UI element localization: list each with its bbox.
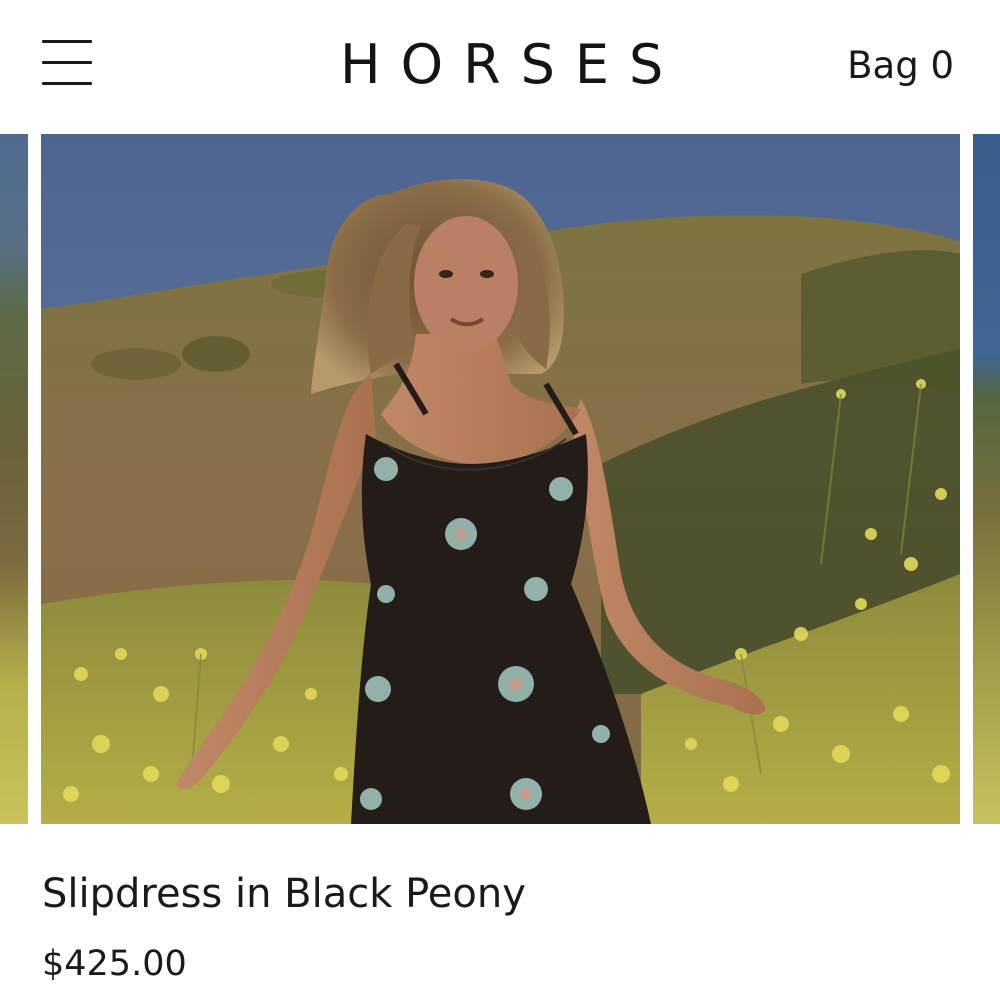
site-header: HORSES Bag 0	[0, 0, 1000, 134]
menu-line	[42, 61, 92, 64]
hamburger-menu-icon[interactable]	[42, 40, 92, 86]
next-slide-peek[interactable]	[973, 134, 1000, 824]
bag-button[interactable]: Bag 0	[847, 44, 954, 88]
menu-line	[42, 40, 92, 43]
brand-logo-text: HORSES	[340, 33, 684, 96]
menu-line	[42, 82, 92, 85]
previous-slide-peek[interactable]	[0, 134, 28, 824]
product-image-carousel[interactable]	[0, 134, 1000, 824]
product-price: $425.00	[42, 944, 187, 984]
product-photo[interactable]	[41, 134, 960, 824]
product-title: Slipdress in Black Peony	[42, 871, 526, 917]
brand-logo[interactable]: HORSES	[340, 33, 684, 96]
product-page: HORSES Bag 0 Slipdress in Black Peony $4…	[0, 0, 1000, 1000]
product-photo-illustration	[41, 134, 960, 824]
